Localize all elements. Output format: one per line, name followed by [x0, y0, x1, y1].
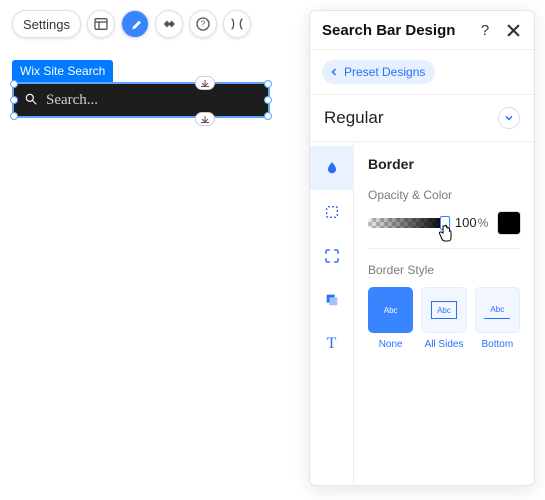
panel-body: T Border Opacity & Color 100% Border Sty… — [310, 142, 534, 485]
search-icon — [24, 92, 38, 109]
shadow-icon — [324, 292, 340, 308]
style-preview-bottom: Abc — [484, 301, 510, 319]
component-toolbar: Settings ? — [12, 10, 251, 38]
border-style-none[interactable]: Abc — [368, 287, 413, 333]
svg-text:?: ? — [201, 20, 206, 29]
design-tabs: T — [310, 142, 354, 485]
style-preview-none: Abc — [378, 301, 404, 319]
design-button[interactable] — [121, 10, 149, 38]
resize-handle-mr[interactable] — [264, 96, 272, 104]
chevron-down-icon[interactable] — [498, 107, 520, 129]
animation-icon — [161, 16, 177, 32]
border-style-bottom[interactable]: Abc — [475, 287, 520, 333]
layout-icon — [93, 16, 109, 32]
animation-button[interactable] — [155, 10, 183, 38]
preset-designs-link[interactable]: Preset Designs — [322, 60, 435, 84]
search-bar-preview: Search... — [14, 84, 268, 116]
dashed-square-icon — [324, 204, 340, 220]
text-icon: T — [327, 335, 337, 353]
component-type-tag: Wix Site Search — [12, 60, 113, 82]
anchor-bottom-icon[interactable] — [195, 112, 215, 126]
resize-handle-tl[interactable] — [10, 80, 18, 88]
brush-icon — [127, 16, 143, 32]
style-label-none: None — [368, 339, 413, 350]
chevron-left-icon — [330, 68, 338, 76]
stretch-button[interactable] — [223, 10, 251, 38]
tab-text[interactable]: T — [310, 322, 354, 366]
style-label-all: All Sides — [421, 339, 466, 350]
tab-fill[interactable] — [310, 146, 354, 190]
resize-handle-tr[interactable] — [264, 80, 272, 88]
panel-title: Search Bar Design — [322, 22, 466, 39]
panel-breadcrumb: Preset Designs — [310, 50, 534, 95]
selected-component: Wix Site Search Search... — [12, 60, 270, 118]
drop-icon — [324, 160, 340, 176]
layout-button[interactable] — [87, 10, 115, 38]
resize-handle-br[interactable] — [264, 112, 272, 120]
opacity-row: 100% — [368, 212, 520, 234]
question-icon: ? — [195, 16, 211, 32]
close-icon[interactable] — [504, 21, 522, 39]
style-preview-all: Abc — [431, 301, 457, 319]
state-selector[interactable]: Regular — [310, 95, 534, 142]
opacity-slider[interactable] — [368, 218, 445, 228]
settings-label: Settings — [23, 17, 70, 32]
panel-help-icon[interactable]: ? — [476, 21, 494, 39]
tab-shadow[interactable] — [310, 278, 354, 322]
border-style-label: Border Style — [368, 263, 520, 277]
opacity-label: Opacity & Color — [368, 188, 520, 202]
slider-thumb[interactable] — [440, 216, 450, 230]
tab-border[interactable] — [310, 190, 354, 234]
color-swatch[interactable] — [498, 212, 520, 234]
border-style-options: Abc Abc Abc — [368, 287, 520, 333]
divider — [368, 248, 520, 249]
corners-icon — [323, 247, 341, 265]
help-button[interactable]: ? — [189, 10, 217, 38]
stretch-icon — [229, 16, 245, 32]
search-placeholder: Search... — [46, 92, 98, 109]
selection-frame[interactable]: Search... — [12, 82, 270, 118]
preset-designs-label: Preset Designs — [344, 65, 425, 79]
detail-pane: Border Opacity & Color 100% Border Style… — [354, 142, 534, 485]
border-style-labels: None All Sides Bottom — [368, 339, 520, 350]
resize-handle-bl[interactable] — [10, 112, 18, 120]
style-label-bottom: Bottom — [475, 339, 520, 350]
border-style-all-sides[interactable]: Abc — [421, 287, 466, 333]
resize-handle-ml[interactable] — [10, 96, 18, 104]
anchor-top-icon[interactable] — [195, 76, 215, 90]
section-title: Border — [368, 156, 520, 172]
opacity-value: 100% — [455, 214, 488, 232]
panel-header: Search Bar Design ? — [310, 11, 534, 50]
design-panel: Search Bar Design ? Preset Designs Regul… — [309, 10, 535, 486]
tab-corners[interactable] — [310, 234, 354, 278]
state-label: Regular — [324, 108, 384, 128]
settings-button[interactable]: Settings — [12, 10, 81, 38]
